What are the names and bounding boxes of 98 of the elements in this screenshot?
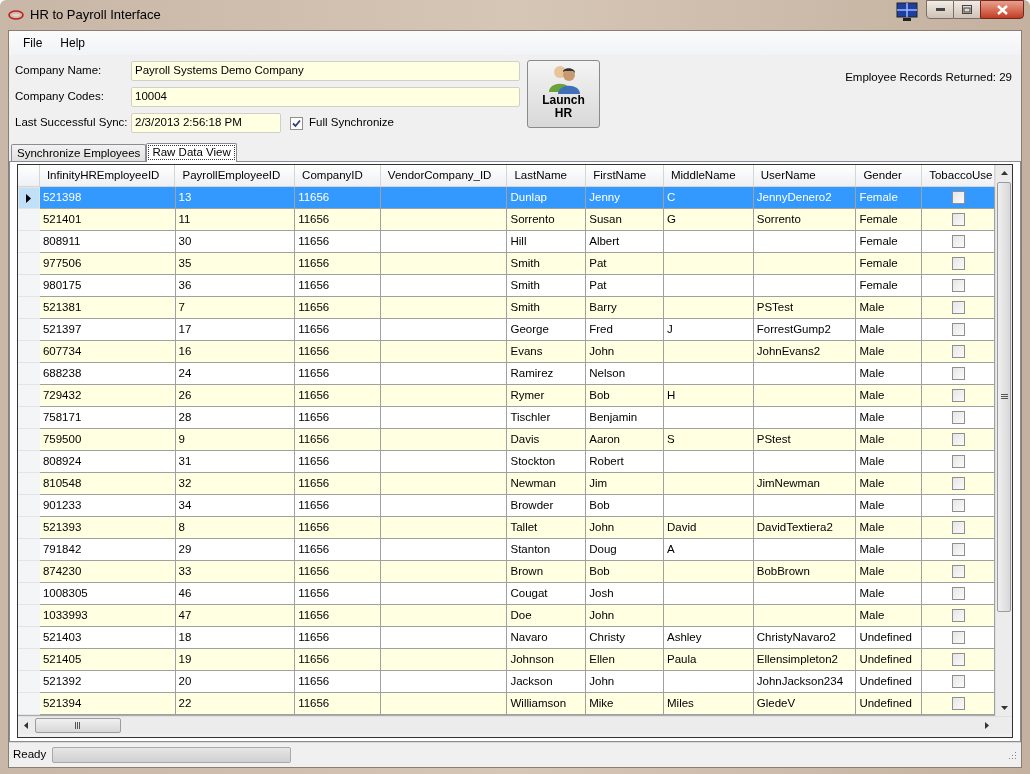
table-row[interactable]: 1008305 46 11656 Cougat Josh Male [18,583,995,605]
table-row[interactable]: 808911 30 11656 Hill Albert Female [18,231,995,253]
table-row[interactable]: 521392 20 11656 Jackson John JohnJackson234 Undefined [18,671,995,693]
tobacco-user-checkbox[interactable] [951,411,965,424]
table-row[interactable]: 758171 28 11656 Tischler Benjamin Male [18,407,995,429]
table-row[interactable]: 607734 16 11656 Evans John JohnEvans2 Male [18,341,995,363]
table-cell: Mike [586,693,664,715]
field-label: Company Name: [15,63,103,79]
tobacco-user-checkbox[interactable] [951,653,965,666]
table-row[interactable]: 521401 11 11656 Sorrento Susan G Sorrento Female [18,209,995,231]
column-header[interactable]: InfinityHREmployeeID [39,165,176,186]
tobacco-user-checkbox[interactable] [951,235,965,248]
text-field[interactable]: 10004 [131,87,520,107]
row-header[interactable] [18,187,40,209]
table-cell: GledeV [753,693,857,715]
table-row[interactable]: 791842 29 11656 Stanton Doug A Male [18,539,995,561]
column-header[interactable]: VendorCompany_ID [380,165,508,186]
status-text: Ready [13,747,47,763]
table-row[interactable]: 729432 26 11656 Rymer Bob H Male [18,385,995,407]
vertical-scrollbar[interactable] [995,165,1012,716]
horizontal-scrollbar[interactable] [18,716,1012,734]
tobacco-user-checkbox[interactable] [951,323,965,336]
table-cell: 11656 [295,693,381,715]
people-icon [546,64,581,94]
monitor-icon[interactable] [896,2,918,22]
table-cell: 22 [175,693,296,715]
grip-icon [75,722,81,729]
tobacco-user-checkbox[interactable] [951,191,965,204]
column-header[interactable]: CompanyID [295,165,381,186]
table-row[interactable]: 977506 35 11656 Smith Pat Female [18,253,995,275]
tobacco-user-checkbox[interactable] [951,213,965,226]
tobacco-user-checkbox[interactable] [951,499,965,512]
table-row[interactable]: 874230 33 11656 Brown Bob BobBrown Male [18,561,995,583]
records-returned-text: Employee Records Returned: 29 [845,70,1012,85]
current-row-icon [26,193,32,203]
full-sync-checkbox[interactable] [290,116,303,130]
close-button[interactable] [980,0,1024,19]
tobacco-user-checkbox[interactable] [951,675,965,688]
column-header[interactable]: MiddleName [664,165,754,186]
app-icon [8,10,24,20]
tobacco-user-checkbox[interactable] [951,609,965,622]
tobacco-user-checkbox[interactable] [951,455,965,468]
table-row[interactable]: 759500 9 11656 Davis Aaron S PStest Male [18,429,995,451]
text-field[interactable]: Payroll Systems Demo Company [131,61,520,81]
field-label: Company Codes: [15,89,105,105]
tobacco-user-checkbox[interactable] [951,477,965,490]
column-header[interactable]: Gender [856,165,923,186]
launch-hr-button[interactable]: Launch HR [527,60,600,128]
table-row[interactable]: 521405 19 11656 Johnson Ellen Paula Ellensimpleton2 Undefined [18,649,995,671]
tobacco-user-checkbox[interactable] [951,389,965,402]
minimize-button[interactable] [926,0,954,19]
resize-grip-icon[interactable] [1007,750,1017,760]
column-header[interactable]: PayrollEmployeeID [175,165,296,186]
tab[interactable]: Synchronize Employees [11,144,147,161]
checkbox-label: Full Synchronize [309,115,394,131]
table-cell: Undefined [856,693,923,715]
tab[interactable]: Raw Data View [146,143,237,162]
tobacco-user-checkbox[interactable] [951,345,965,358]
column-header[interactable]: LastName [507,165,587,186]
grip-icon [1000,394,1008,400]
table-cell: Miles [664,693,754,715]
table-row[interactable]: 521394 22 11656 Williamson Mike Miles GledeV Undefined [18,693,995,715]
column-header[interactable]: FirstName [586,165,664,186]
field-label: Last Successful Sync: [15,115,129,131]
table-row[interactable]: 901233 34 11656 Browder Bob Male [18,495,995,517]
text-field[interactable]: 2/3/2013 2:56:18 PM [131,113,281,133]
table-row[interactable]: 521403 18 11656 Navaro Christy Ashley ChristyNavaro2 Undefined [18,627,995,649]
menu-item[interactable]: File [15,34,51,52]
table-cell: Williamson [507,693,587,715]
tobacco-user-checkbox[interactable] [951,257,965,270]
tobacco-user-checkbox[interactable] [951,631,965,644]
table-cell: 521394 [39,693,176,715]
close-icon [996,4,1008,15]
table-row[interactable]: 808924 31 11656 Stockton Robert Male [18,451,995,473]
table-row[interactable]: 810548 32 11656 Newman Jim JimNewman Male [18,473,995,495]
tobacco-user-checkbox[interactable] [951,543,965,556]
tobacco-user-checkbox[interactable] [951,587,965,600]
table-row[interactable]: 1033993 47 11656 Doe John Male [18,605,995,627]
tobacco-user-checkbox[interactable] [951,521,965,534]
scrollbar-thumb[interactable] [35,718,121,733]
tobacco-user-checkbox[interactable] [951,433,965,446]
window-title: HR to Payroll Interface [30,6,161,25]
scrollbar-thumb[interactable] [997,182,1011,612]
maximize-button[interactable] [954,0,980,19]
tobacco-user-checkbox[interactable] [951,565,965,578]
tobacco-user-checkbox[interactable] [951,697,965,710]
maximize-icon [962,5,972,14]
table-row[interactable]: 688238 24 11656 Ramirez Nelson Male [18,363,995,385]
table-row[interactable]: 521381 7 11656 Smith Barry PSTest Male [18,297,995,319]
tobacco-user-checkbox[interactable] [951,301,965,314]
table-row[interactable]: 521397 17 11656 George Fred J ForrestGump2 Male [18,319,995,341]
tobacco-user-checkbox[interactable] [951,279,965,292]
table-row[interactable]: 980175 36 11656 Smith Pat Female [18,275,995,297]
column-header[interactable]: UserName [753,165,857,186]
menu-item[interactable]: Help [52,34,94,52]
table-row[interactable]: 521393 8 11656 Tallet John David DavidTextiera2 Male [18,517,995,539]
tobacco-user-checkbox[interactable] [951,367,965,380]
minimize-icon [935,8,945,11]
